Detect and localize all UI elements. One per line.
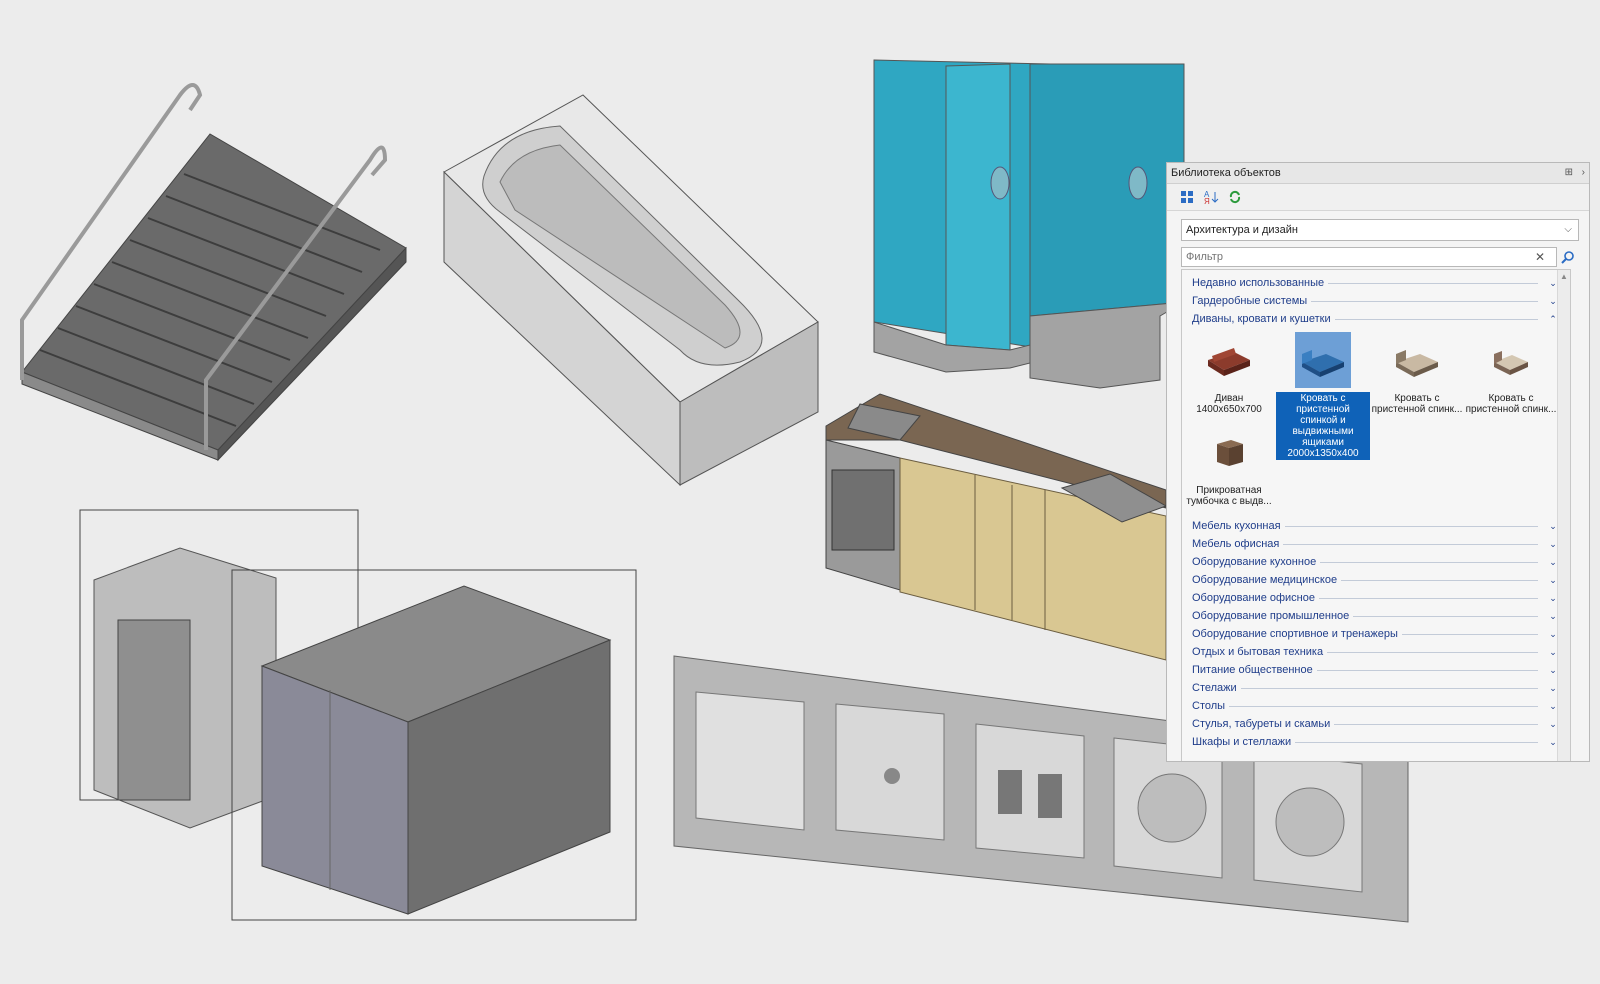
category-leisure-appliances[interactable]: Отдых и бытовая техника ⌄	[1192, 643, 1558, 661]
filter-input[interactable]	[1181, 247, 1557, 267]
search-icon[interactable]	[1557, 247, 1579, 267]
category-kitchen-furniture[interactable]: Мебель кухонная ⌄	[1192, 517, 1558, 535]
category-kitchen-equipment[interactable]: Оборудование кухонное ⌄	[1192, 553, 1558, 571]
category-dropdown-value: Архитектура и дизайн	[1186, 224, 1298, 236]
nightstand-icon	[1201, 424, 1257, 480]
library-item-bed-small[interactable]: Кровать с пристенной спинк...	[1464, 332, 1558, 416]
category-tables[interactable]: Столы ⌄	[1192, 697, 1558, 715]
library-item-bed-selected[interactable]: Кровать с пристенной спинкой и выдвижным…	[1276, 332, 1370, 460]
filter-row: ✕	[1181, 247, 1579, 267]
pin-icon[interactable]: ⊞	[1565, 163, 1573, 183]
category-dropdown[interactable]: Архитектура и дизайн ⌵	[1181, 219, 1579, 241]
panel-title: Библиотека объектов	[1171, 167, 1281, 179]
shower-cabin-model	[873, 59, 1185, 389]
category-sport-equipment[interactable]: Оборудование спортивное и тренажеры ⌄	[1192, 625, 1558, 643]
chevron-down-icon: ⌵	[1564, 224, 1572, 235]
library-toolbar: AЯ	[1167, 184, 1589, 211]
sofa-icon	[1201, 332, 1257, 388]
bed-beige-icon	[1389, 332, 1445, 388]
elevator-model	[79, 509, 637, 921]
scroll-up-icon[interactable]: ▲	[1558, 270, 1570, 284]
kitchen-model	[825, 393, 1168, 661]
close-icon[interactable]: ›	[1582, 163, 1585, 183]
library-item-bed-beige[interactable]: Кровать с пристенной спинк...	[1370, 332, 1464, 416]
category-wardrobe[interactable]: Гардеробные системы ⌄	[1192, 292, 1558, 310]
staircase-model	[20, 83, 407, 462]
clear-filter-icon[interactable]: ✕	[1535, 247, 1545, 267]
category-office-furniture[interactable]: Мебель офисная ⌄	[1192, 535, 1558, 553]
tree-scrollbar[interactable]: ▲	[1557, 270, 1570, 761]
category-racks[interactable]: Стелажи ⌄	[1192, 679, 1558, 697]
svg-text:Я: Я	[1204, 197, 1210, 205]
grid-view-icon[interactable]	[1179, 189, 1195, 205]
category-office-equipment[interactable]: Оборудование офисное ⌄	[1192, 589, 1558, 607]
library-tree: Недавно использованные ⌄ Гардеробные сист…	[1181, 269, 1571, 761]
library-item-sofa[interactable]: Диван 1400x650x700	[1182, 332, 1276, 416]
bed-small-icon	[1483, 332, 1539, 388]
category-industrial-equipment[interactable]: Оборудование промышленное ⌄	[1192, 607, 1558, 625]
library-item-nightstand[interactable]: Прикроватная тумбочка с выдв...	[1182, 424, 1276, 508]
category-sofas-beds[interactable]: Диваны, кровати и кушетки ⌃	[1192, 310, 1558, 328]
bathtub-model	[443, 94, 819, 487]
panel-title-bar: Библиотека объектов ⊞ ›	[1167, 163, 1589, 184]
category-recent[interactable]: Недавно использованные ⌄	[1192, 274, 1558, 292]
sort-alpha-icon[interactable]: AЯ	[1203, 189, 1219, 205]
category-catering[interactable]: Питание общественное ⌄	[1192, 661, 1558, 679]
refresh-icon[interactable]	[1227, 189, 1243, 205]
bed-blue-icon	[1295, 332, 1351, 388]
object-library-panel: Библиотека объектов ⊞ › AЯ Архитектура и…	[1166, 162, 1590, 762]
category-chairs[interactable]: Стулья, табуреты и скамьи ⌄	[1192, 715, 1558, 733]
category-medical-equipment[interactable]: Оборудование медицинское ⌄	[1192, 571, 1558, 589]
category-cabinets[interactable]: Шкафы и стеллажи ⌄	[1192, 733, 1558, 751]
